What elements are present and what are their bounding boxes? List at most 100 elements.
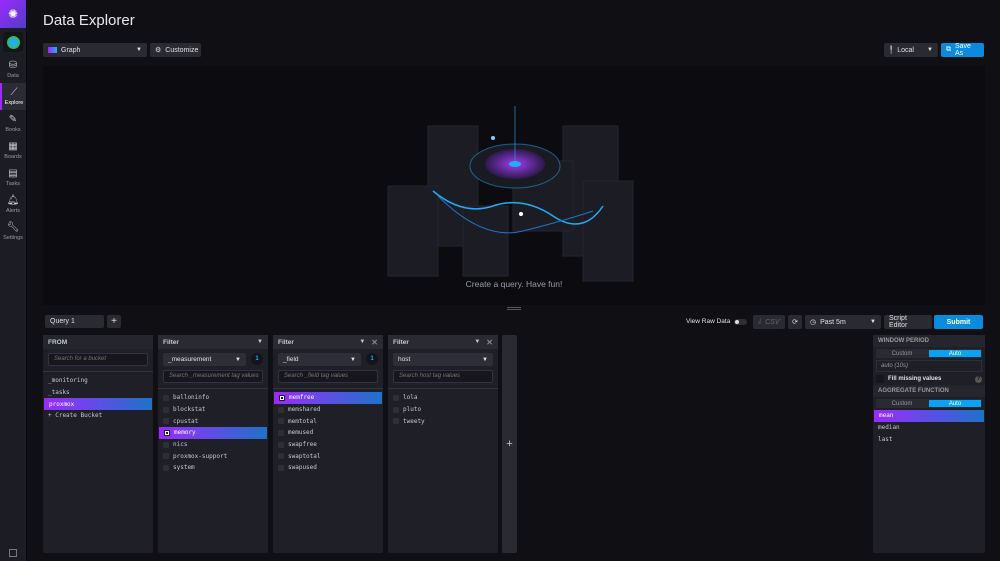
custom-option[interactable]: Custom [876, 349, 928, 358]
sidebar-item-alerts[interactable]: 🔔︎ Alerts [0, 191, 26, 218]
tag-value-item[interactable]: swapused [273, 462, 383, 474]
tag-value-item[interactable]: proxmox-support [158, 450, 268, 462]
influx-logo-icon[interactable]: ✺ [0, 0, 26, 28]
sidebar-item-explore[interactable]: ⟋ Explore [0, 83, 26, 110]
tag-value-item[interactable]: balloninfo [158, 392, 268, 404]
tag-value-item[interactable]: swaptotal [273, 450, 383, 462]
chevron-down-icon[interactable]: ▼ [359, 339, 365, 345]
tag-search-input[interactable]: Search _field tag values [278, 370, 378, 383]
empty-graph-hint: Create a query. Have fun! [465, 279, 563, 289]
tag-value-item[interactable]: lola [388, 392, 498, 404]
tag-value-item[interactable]: system [158, 462, 268, 474]
view-raw-data-toggle[interactable] [734, 319, 747, 325]
checkbox[interactable] [393, 406, 399, 413]
checkbox[interactable] [163, 464, 169, 471]
refresh-button[interactable]: ⟳ [788, 315, 802, 329]
timezone-dropdown[interactable]: ╿ Local ▼ [884, 43, 938, 57]
custom-option[interactable]: Custom [876, 399, 928, 408]
refresh-icon: ⟳ [792, 319, 798, 326]
collapse-nav-icon[interactable] [9, 549, 17, 557]
fill-missing-checkbox[interactable] [876, 375, 884, 383]
script-editor-button[interactable]: Script Editor [884, 315, 932, 329]
aggregate-function-item[interactable]: mean [874, 410, 984, 422]
auto-option[interactable]: Auto [929, 400, 981, 407]
checkbox[interactable] [163, 394, 169, 401]
add-query-button[interactable]: + [107, 315, 121, 328]
graph-type-dropdown[interactable]: Graph ▼ [43, 43, 147, 57]
explore-icon: ⟋ [10, 86, 18, 98]
customize-button[interactable]: ⚙ Customize [150, 43, 201, 57]
checkbox[interactable] [163, 441, 169, 448]
tag-value-item[interactable]: memory [159, 427, 267, 439]
tag-value-item[interactable]: memused [273, 427, 383, 439]
time-range-dropdown[interactable]: ◷ Past 5m ▼ [805, 315, 881, 329]
tag-value-item[interactable]: memshared [273, 404, 383, 416]
query-toolbar: Query 1 + View Raw Data ⤓ CSV ⟳ ◷ Past 5m ▼… [43, 312, 985, 332]
tag-value-item[interactable]: tweety [388, 415, 498, 427]
checkbox[interactable] [278, 406, 284, 413]
selected-count-badge: 1 [366, 353, 378, 365]
checkbox[interactable] [393, 394, 399, 401]
fill-missing-row[interactable]: Fill missing values? [873, 373, 985, 385]
chevron-down-icon[interactable]: ▼ [474, 339, 480, 345]
submit-button[interactable]: Submit [934, 315, 983, 329]
aggregate-function-item[interactable]: median [873, 422, 985, 434]
resize-handle[interactable] [507, 307, 521, 310]
tag-search-input[interactable]: Search host tag values [393, 370, 493, 383]
sidebar-item-settings[interactable]: 🔧︎ Settings [0, 218, 26, 245]
checkbox[interactable] [163, 453, 169, 460]
bucket-item[interactable]: _tasks [43, 387, 153, 399]
csv-download-button[interactable]: ⤓ CSV [753, 315, 785, 329]
checkbox[interactable] [278, 429, 284, 436]
clock-icon: ╿ [889, 47, 894, 54]
tag-value-item[interactable]: memtotal [273, 415, 383, 427]
checkbox[interactable] [279, 394, 285, 401]
checkbox[interactable] [164, 429, 170, 436]
help-icon[interactable]: ? [975, 375, 982, 383]
tab-query-1[interactable]: Query 1 [45, 315, 104, 328]
chevron-down-icon[interactable]: ▼ [257, 339, 263, 345]
checkbox[interactable] [278, 464, 284, 471]
checkbox[interactable] [278, 418, 284, 425]
checkbox[interactable] [163, 418, 169, 425]
filter-key-dropdown[interactable]: host ▼ [393, 353, 493, 366]
checkbox[interactable] [278, 441, 284, 448]
checkbox[interactable] [163, 406, 169, 413]
checkbox[interactable] [393, 418, 399, 425]
save-as-button[interactable]: ⧉ Save As [941, 43, 984, 57]
filter-card: Filter ▼ ✕ host ▼ Search host tag values lol… [388, 335, 498, 553]
add-filter-button[interactable]: + [502, 335, 517, 553]
window-period-value[interactable]: auto (10s) [876, 360, 982, 372]
tag-value-item[interactable]: pluto [388, 404, 498, 416]
tag-value-item[interactable]: memfree [274, 392, 382, 404]
aggregate-mode-toggle[interactable]: Custom Auto [876, 399, 982, 408]
tag-value-item[interactable]: cpustat [158, 415, 268, 427]
close-icon[interactable]: ✕ [486, 338, 493, 347]
gear-icon: ⚙ [155, 47, 162, 54]
chevron-down-icon: ▼ [482, 356, 488, 363]
bucket-item[interactable]: _monitoring [43, 375, 153, 387]
tag-search-input[interactable]: Search _measurement tag values [163, 370, 263, 383]
sidebar-item-boards[interactable]: ▦ Boards [0, 137, 26, 164]
filter-title: Filter [163, 338, 179, 346]
wrench-icon: 🔧︎ [6, 221, 20, 233]
checkbox[interactable] [278, 453, 284, 460]
tag-value-item[interactable]: swapfree [273, 439, 383, 451]
create-bucket-link[interactable]: + Create Bucket [43, 410, 153, 422]
bucket-item[interactable]: proxmox [44, 398, 152, 411]
sidebar-item-books[interactable]: ✎ Books [0, 110, 26, 137]
bell-icon: 🔔︎ [6, 194, 20, 206]
avatar[interactable] [3, 32, 23, 52]
sidebar-item-data[interactable]: ⛁ Data [0, 56, 26, 83]
aggregate-function-item[interactable]: last [873, 433, 985, 445]
filter-key-dropdown[interactable]: _measurement ▼ [163, 353, 246, 366]
window-period-toggle[interactable]: Custom Auto [876, 349, 982, 358]
bucket-search-input[interactable]: Search for a bucket [48, 353, 148, 366]
tag-value-item[interactable]: nics [158, 439, 268, 451]
tag-value-item[interactable]: blockstat [158, 404, 268, 416]
close-icon[interactable]: ✕ [371, 338, 378, 347]
export-icon: ⧉ [946, 46, 951, 53]
sidebar-item-tasks[interactable]: ▤ Tasks [0, 164, 26, 191]
auto-option[interactable]: Auto [929, 350, 981, 357]
filter-key-dropdown[interactable]: _field ▼ [278, 353, 361, 366]
